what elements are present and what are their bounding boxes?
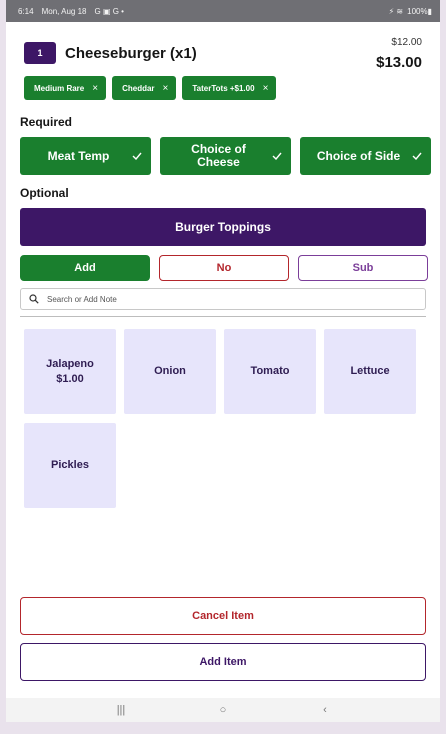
modifier-action-row: Add No Sub [20, 255, 428, 281]
topping-tile[interactable]: Tomato [224, 329, 316, 414]
remove-chip-icon[interactable]: × [92, 83, 98, 94]
required-label: Required [20, 115, 73, 129]
modifier-chip[interactable]: Medium Rare × [24, 76, 107, 100]
topping-name: Pickles [51, 459, 89, 471]
no-mode-button[interactable]: No [159, 255, 289, 281]
item-header: 1 Cheeseburger (x1) [24, 42, 197, 64]
checkmark-icon [412, 152, 422, 160]
topping-tile[interactable]: Pickles [24, 423, 116, 508]
total-price: $13.00 [376, 54, 422, 71]
status-date: Mon, Aug 18 [41, 6, 87, 16]
home-icon[interactable]: ○ [215, 704, 231, 716]
item-title: Cheeseburger (x1) [65, 44, 197, 62]
device-screen: 6:14 Mon, Aug 18 G ▣ G • ⚡ ≋ 100%▮ 1 Che… [6, 0, 440, 722]
original-price: $12.00 [391, 37, 422, 48]
category-burger-toppings[interactable]: Burger Toppings [20, 208, 426, 246]
modifier-chip[interactable]: Cheddar × [112, 76, 177, 100]
topping-name: Jalapeno [46, 357, 94, 370]
notification-icons: G ▣ G • [94, 6, 124, 16]
remove-chip-icon[interactable]: × [263, 83, 269, 94]
topping-name: Tomato [250, 365, 290, 377]
system-icons: ⚡ ≋ [388, 6, 404, 16]
status-time: 6:14 [18, 6, 34, 16]
topping-tile[interactable]: Onion [124, 329, 216, 414]
required-option-label: Meat Temp [47, 148, 110, 163]
quantity-badge[interactable]: 1 [24, 42, 56, 64]
modifier-chip-label: Medium Rare [34, 83, 85, 93]
divider [20, 316, 426, 317]
back-icon[interactable]: ‹ [317, 704, 333, 716]
recents-icon[interactable]: ||| [113, 704, 129, 716]
cancel-item-button[interactable]: Cancel Item [20, 597, 426, 635]
required-options: Meat Temp Choice of Cheese Choice of Side [20, 137, 431, 175]
topping-tile[interactable]: Jalapeno $1.00 [24, 329, 116, 414]
toppings-grid: Jalapeno $1.00 Onion Tomato Lettuce Pickles [24, 329, 416, 508]
battery-indicator: 100%▮ [407, 6, 432, 16]
add-item-button[interactable]: Add Item [20, 643, 426, 681]
topping-name: Lettuce [350, 365, 390, 377]
required-option-button[interactable]: Choice of Cheese [160, 137, 291, 175]
required-option-button[interactable]: Choice of Side [300, 137, 431, 175]
required-option-label: Choice of Side [316, 148, 401, 163]
checkmark-icon [272, 152, 282, 160]
topping-tile[interactable]: Lettuce [324, 329, 416, 414]
checkmark-icon [132, 152, 142, 160]
sub-mode-button[interactable]: Sub [298, 255, 428, 281]
add-mode-button[interactable]: Add [20, 255, 150, 281]
modifier-chip[interactable]: TaterTots +$1.00 × [182, 76, 277, 100]
selected-modifiers: Medium Rare × Cheddar × TaterTots +$1.00 × [24, 76, 277, 100]
optional-label: Optional [20, 186, 69, 200]
modifier-chip-label: Cheddar [122, 83, 155, 93]
remove-chip-icon[interactable]: × [163, 83, 169, 94]
system-nav-bar: ||| ○ ‹ [6, 698, 440, 722]
status-bar: 6:14 Mon, Aug 18 G ▣ G • ⚡ ≋ 100%▮ [6, 0, 440, 22]
topping-price: $1.00 [56, 372, 84, 385]
required-option-label: Choice of Cheese [191, 142, 246, 169]
search-input[interactable] [47, 294, 407, 304]
topping-name: Onion [154, 365, 186, 377]
search-note-field[interactable] [20, 288, 426, 310]
modifier-chip-label: TaterTots +$1.00 [192, 83, 255, 93]
search-icon [29, 294, 39, 304]
required-option-button[interactable]: Meat Temp [20, 137, 151, 175]
